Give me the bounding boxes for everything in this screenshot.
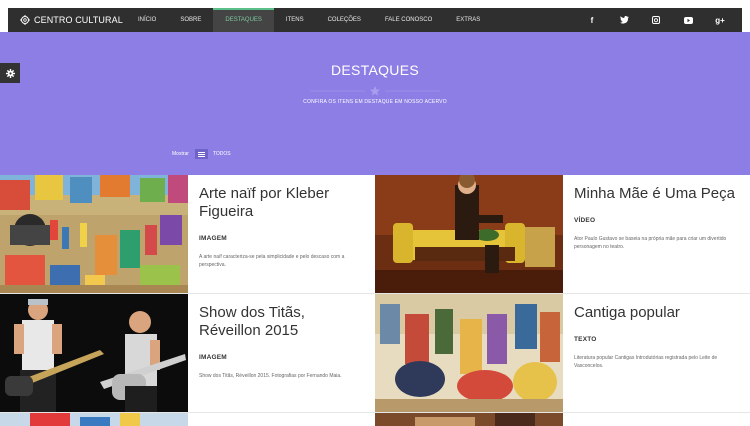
nav-itens[interactable]: ITENS [274, 8, 316, 32]
youtube-icon[interactable] [672, 16, 704, 24]
nav-label: INÍCIO [138, 17, 157, 23]
card-text: Cantiga popular TEXTO Literatura popular… [574, 304, 742, 370]
nav-label: ITENS [285, 17, 304, 23]
google-plus-icon[interactable]: g+ [704, 16, 736, 25]
card-type: IMAGEM [199, 354, 227, 361]
card-image-partial[interactable] [0, 413, 188, 426]
card-image-partial[interactable] [375, 413, 563, 426]
filter-label: Mostrar [172, 151, 189, 157]
gear-icon [5, 68, 15, 78]
facebook-icon[interactable]: f [576, 16, 608, 25]
instagram-icon[interactable] [640, 16, 672, 24]
card-show-titas[interactable]: Show dos Titãs, Réveillon 2015 IMAGEM Sh… [0, 294, 375, 412]
card-description: Ator Paulo Gustavo se baseia na própria … [574, 236, 727, 250]
nav-sobre[interactable]: SOBRE [168, 8, 213, 32]
card-description: Literatura popular Cantigas Introdutória… [574, 355, 718, 369]
nav-label: EXTRAS [456, 17, 481, 23]
brand-name: CENTRO CULTURAL [34, 15, 123, 25]
card-title[interactable]: Show dos Titãs, Réveillon 2015 [199, 304, 367, 340]
nav-destaques[interactable]: DESTAQUES [213, 8, 274, 32]
nav-colecoes[interactable]: COLEÇÕES [316, 8, 373, 32]
card-text: Minha Mãe é Uma Peça VÍDEO Ator Paulo Gu… [574, 185, 742, 251]
card-cantiga-popular[interactable]: Cantiga popular TEXTO Literatura popular… [375, 294, 750, 412]
page-subtitle: CONFIRA OS ITENS EM DESTAQUE EM NOSSO AC… [303, 99, 447, 105]
card-text: Show dos Titãs, Réveillon 2015 IMAGEM Sh… [199, 304, 367, 380]
page-title: DESTAQUES [330, 62, 419, 78]
card-minha-mae[interactable]: Minha Mãe é Uma Peça VÍDEO Ator Paulo Gu… [375, 175, 750, 293]
nav-extras[interactable]: EXTRAS [444, 8, 492, 32]
filter-value[interactable]: TODOS [213, 151, 231, 157]
star-divider-icon [310, 86, 440, 96]
card-title[interactable]: Cantiga popular [574, 304, 742, 322]
top-navbar: CENTRO CULTURAL INÍCIO SOBRE DESTAQUES I… [8, 8, 742, 32]
card-arte-naif[interactable]: Arte naïf por Kleber Figueira IMAGEM A a… [0, 175, 375, 293]
card-description: Show dos Titãs, Réveillon 2015. Fotograf… [199, 373, 342, 379]
card-text: Arte naïf por Kleber Figueira IMAGEM A a… [199, 185, 367, 269]
card-title[interactable]: Minha Mãe é Uma Peça [574, 185, 742, 203]
nav-fale-conosco[interactable]: FALE CONOSCO [373, 8, 444, 32]
settings-toggle[interactable] [0, 63, 20, 83]
nav-label: DESTAQUES [225, 17, 262, 23]
card-type: TEXTO [574, 336, 597, 343]
menu-icon[interactable] [194, 149, 208, 159]
nav-label: SOBRE [180, 17, 202, 23]
card-title[interactable]: Arte naïf por Kleber Figueira [199, 185, 367, 221]
nav-label: COLEÇÕES [327, 17, 361, 23]
card-image[interactable] [0, 294, 188, 412]
card-image[interactable] [375, 175, 563, 293]
gear-logo-icon [20, 15, 30, 25]
hero-banner: DESTAQUES CONFIRA OS ITENS EM DESTAQUE E… [0, 32, 750, 175]
filter-control: Mostrar TODOS [172, 149, 231, 159]
card-image[interactable] [0, 175, 188, 293]
nav-label: FALE CONOSCO [384, 17, 433, 23]
brand-logo[interactable]: CENTRO CULTURAL [8, 8, 126, 32]
card-image[interactable] [375, 294, 563, 412]
card-description: A arte naïf caracteriza-se pela simplici… [199, 254, 345, 268]
twitter-icon[interactable] [608, 16, 640, 24]
social-links: f g+ [576, 8, 742, 32]
card-type: VÍDEO [574, 217, 596, 224]
nav-inicio[interactable]: INÍCIO [126, 8, 168, 32]
card-type: IMAGEM [199, 235, 227, 242]
